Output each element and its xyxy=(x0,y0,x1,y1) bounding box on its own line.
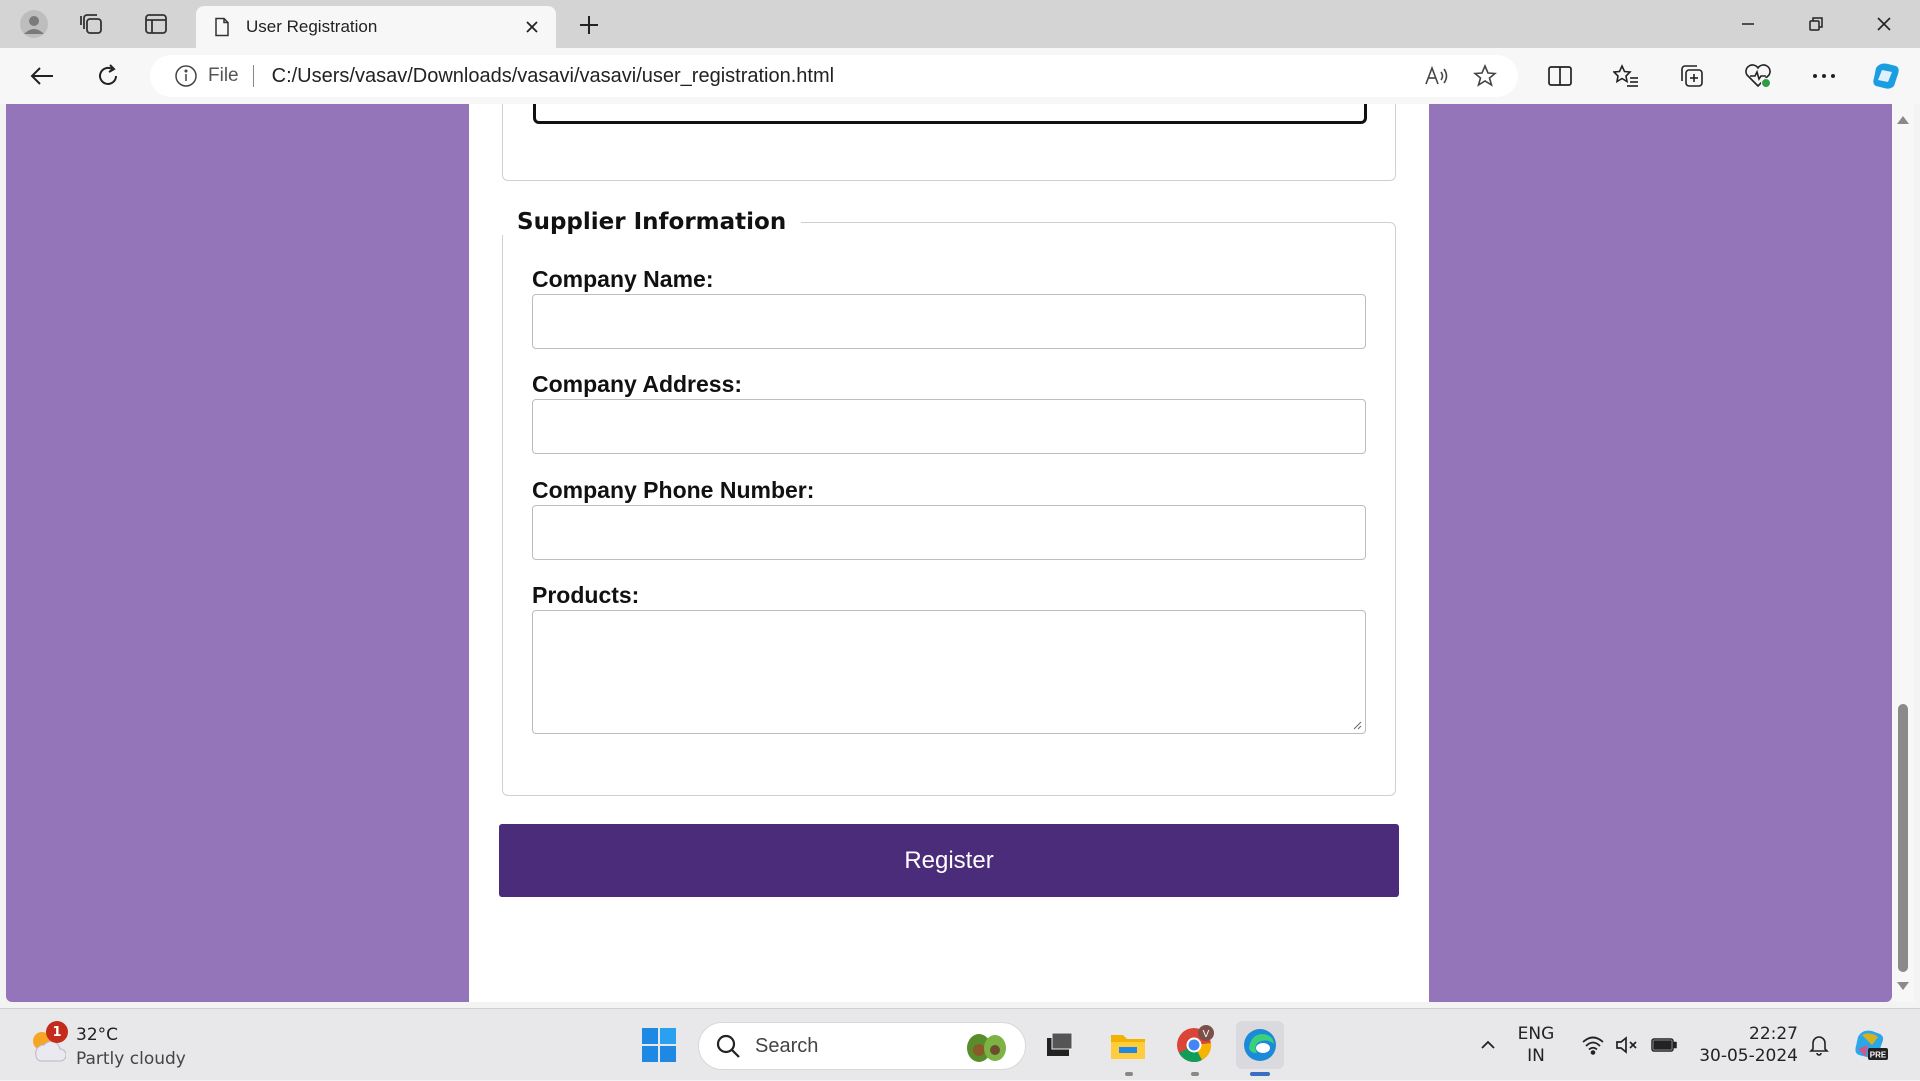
page-viewport: Supplier Information Company Name: Compa… xyxy=(6,104,1892,1002)
browser-toolbar: File C:/Users/vasav/Downloads/vasavi/vas… xyxy=(0,48,1920,104)
restore-icon[interactable] xyxy=(1784,0,1848,48)
weather-notification-badge: 1 xyxy=(46,1021,68,1043)
copilot-preview-icon[interactable]: PRE xyxy=(1850,1009,1890,1081)
clock-time: 22:27 xyxy=(1749,1024,1798,1044)
scroll-down-arrow-icon[interactable] xyxy=(1897,982,1909,990)
vertical-tabs-icon[interactable] xyxy=(140,8,172,40)
weather-description: Partly cloudy xyxy=(76,1049,186,1069)
company-phone-input[interactable] xyxy=(532,505,1366,560)
close-window-icon[interactable] xyxy=(1852,0,1916,48)
supplier-legend: Supplier Information xyxy=(502,209,802,235)
language-code: ENG xyxy=(1517,1024,1555,1044)
input-language-indicator[interactable]: ENG IN xyxy=(1514,1023,1558,1067)
products-label: Products: xyxy=(532,582,640,608)
tab-user-registration[interactable]: User Registration xyxy=(196,6,556,48)
address-bar[interactable]: File C:/Users/vasav/Downloads/vasavi/vas… xyxy=(150,55,1518,97)
show-hidden-icons-chevron-icon[interactable] xyxy=(1468,1009,1508,1081)
favorite-star-icon[interactable] xyxy=(1470,61,1500,91)
weather-temperature: 32°C xyxy=(76,1025,119,1045)
new-tab-icon[interactable] xyxy=(572,8,606,42)
avocado-search-highlight-icon xyxy=(967,1034,1006,1062)
register-button[interactable]: Register xyxy=(499,824,1399,897)
products-textarea[interactable] xyxy=(532,610,1366,734)
collections-icon[interactable] xyxy=(1672,58,1712,94)
file-icon xyxy=(215,17,229,37)
favorites-icon[interactable] xyxy=(1606,58,1646,94)
scrollbar-thumb[interactable] xyxy=(1898,704,1908,972)
split-screen-icon[interactable] xyxy=(1540,58,1580,94)
explorer-running-indicator xyxy=(1125,1072,1133,1076)
resize-grip-icon[interactable] xyxy=(1352,720,1362,730)
scroll-up-arrow-icon[interactable] xyxy=(1897,116,1909,124)
address-scheme: File xyxy=(208,65,239,86)
back-arrow-icon[interactable] xyxy=(22,58,62,94)
minimize-icon[interactable] xyxy=(1716,0,1780,48)
system-clock[interactable]: 22:27 30-05-2024 xyxy=(1696,1023,1798,1067)
edge-active-indicator xyxy=(1250,1072,1270,1076)
profile-icon[interactable] xyxy=(18,8,50,40)
copilot-icon[interactable] xyxy=(1866,58,1906,94)
search-icon xyxy=(716,1034,740,1058)
wifi-icon[interactable] xyxy=(1576,1009,1610,1081)
address-separator xyxy=(252,65,254,87)
file-explorer-icon[interactable] xyxy=(1104,1021,1152,1069)
chrome-profile-badge: V xyxy=(1203,1029,1210,1040)
copilot-pre-badge: PRE xyxy=(1870,1051,1887,1060)
registration-card: Supplier Information Company Name: Compa… xyxy=(469,104,1429,1002)
vertical-scrollbar[interactable] xyxy=(1892,104,1914,1002)
info-icon[interactable] xyxy=(174,64,198,88)
previous-fieldset xyxy=(502,104,1396,181)
more-options-icon[interactable] xyxy=(1804,58,1844,94)
notification-bell-icon[interactable] xyxy=(1804,1009,1834,1081)
browser-essentials-icon[interactable] xyxy=(1738,58,1778,94)
clock-date: 30-05-2024 xyxy=(1699,1046,1798,1066)
previous-input-field[interactable] xyxy=(533,104,1367,124)
taskbar: 1 32°C Partly cloudy Search V ENG IN 22:… xyxy=(0,1008,1920,1080)
weather-widget[interactable]: 1 32°C Partly cloudy xyxy=(26,1021,226,1071)
refresh-icon[interactable] xyxy=(88,58,128,94)
volume-muted-icon[interactable] xyxy=(1610,1009,1644,1081)
company-address-input[interactable] xyxy=(532,399,1366,454)
region-code: IN xyxy=(1527,1046,1545,1066)
tab-strip: User Registration xyxy=(0,0,1920,48)
chrome-icon[interactable]: V xyxy=(1170,1021,1218,1069)
company-name-label: Company Name: xyxy=(532,266,714,292)
taskbar-search[interactable]: Search xyxy=(698,1022,1026,1070)
address-url[interactable]: C:/Users/vasav/Downloads/vasavi/vasavi/u… xyxy=(272,65,1422,88)
close-tab-icon[interactable] xyxy=(518,13,546,41)
search-label: Search xyxy=(755,1034,819,1057)
edge-icon[interactable] xyxy=(1236,1021,1284,1069)
task-view-icon[interactable] xyxy=(1036,1021,1084,1069)
battery-icon[interactable] xyxy=(1646,1009,1682,1081)
company-name-input[interactable] xyxy=(532,294,1366,349)
company-address-label: Company Address: xyxy=(532,371,743,397)
read-aloud-icon[interactable] xyxy=(1422,61,1452,91)
company-phone-label: Company Phone Number: xyxy=(532,477,815,503)
windows-start-icon[interactable] xyxy=(635,1021,683,1069)
chrome-running-indicator xyxy=(1191,1072,1199,1076)
workspaces-icon[interactable] xyxy=(76,8,108,40)
tab-title: User Registration xyxy=(246,17,378,36)
